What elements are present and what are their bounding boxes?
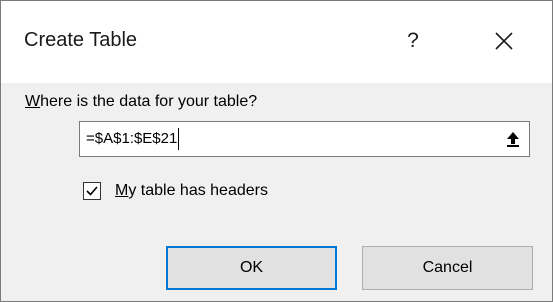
range-value: =$A$1:$E$21 [86,130,178,147]
headers-checkbox-label[interactable]: My table has headers [115,182,268,200]
range-prompt-label: Where is the data for your table? [25,93,257,111]
headers-label-text: y table has headers [128,182,268,199]
create-table-dialog: Create Table ? Where is the data for you… [0,0,553,302]
collapse-dialog-button[interactable] [498,123,528,155]
close-button[interactable] [482,21,526,61]
title-bar: Create Table ? [1,1,552,83]
range-field[interactable]: =$A$1:$E$21 [79,121,530,157]
collapse-dialog-icon [507,132,519,147]
headers-checkbox[interactable] [83,182,101,200]
range-input[interactable]: =$A$1:$E$21 [80,122,492,156]
close-icon [495,32,513,50]
range-prompt-access-key: W [25,93,41,110]
cancel-button[interactable]: Cancel [362,246,533,290]
text-caret [178,128,180,151]
dialog-title: Create Table [24,29,138,51]
help-button[interactable]: ? [393,21,433,61]
headers-option[interactable]: My table has headers [83,179,268,203]
checkmark-icon [86,186,98,196]
ok-button[interactable]: OK [166,246,337,290]
headers-access-key: M [115,182,129,199]
range-prompt-text: here is the data for your table? [40,93,258,110]
